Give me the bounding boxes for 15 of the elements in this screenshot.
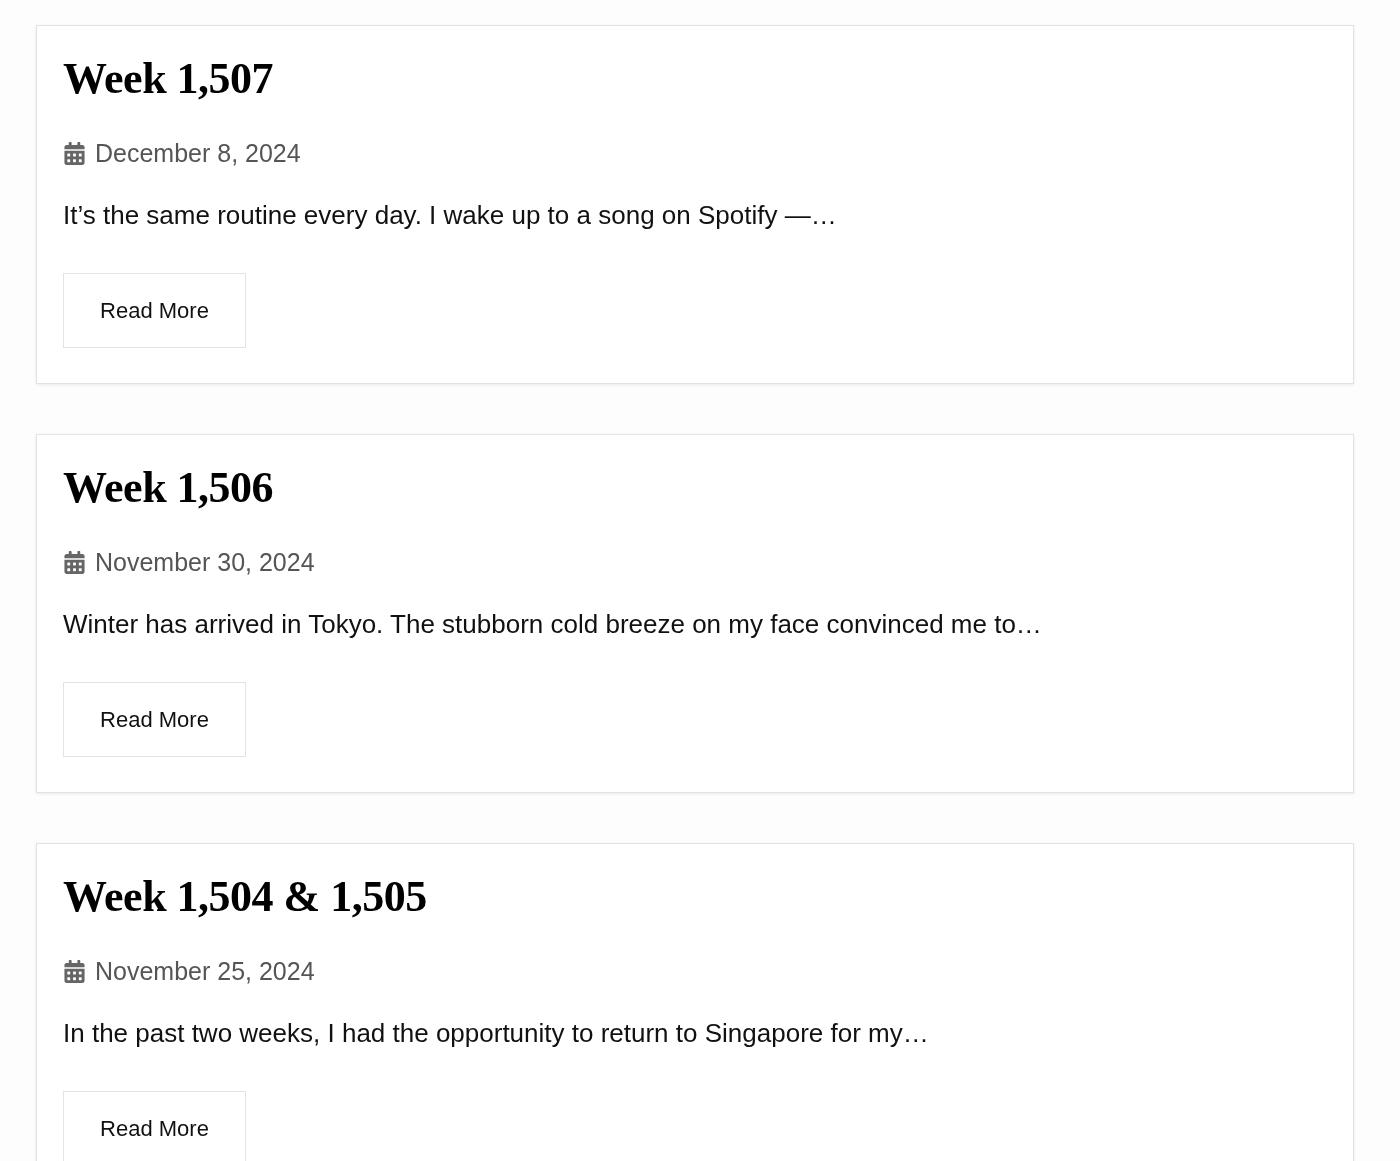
read-more-button[interactable]: Read More [63,1091,246,1161]
calendar-icon [63,550,86,574]
read-more-button[interactable]: Read More [63,682,246,757]
calendar-icon [63,141,86,165]
post-excerpt: Winter has arrived in Tokyo. The stubborn cold breeze on my face convinced me to… [63,608,1042,641]
post-date: November 30, 2024 [95,547,315,577]
post-title: Week 1,507 [63,53,274,105]
post-title: Week 1,506 [63,462,274,514]
calendar-icon [63,959,86,983]
post-date: December 8, 2024 [95,138,301,168]
post-date: November 25, 2024 [95,956,315,986]
post-excerpt: In the past two weeks, I had the opportunity to return to Singapore for my… [63,1017,929,1050]
post-excerpt: It’s the same routine every day. I wake up to a song on Spotify —… [63,199,837,232]
read-more-button[interactable]: Read More [63,273,246,348]
post-title: Week 1,504 & 1,505 [63,871,427,923]
